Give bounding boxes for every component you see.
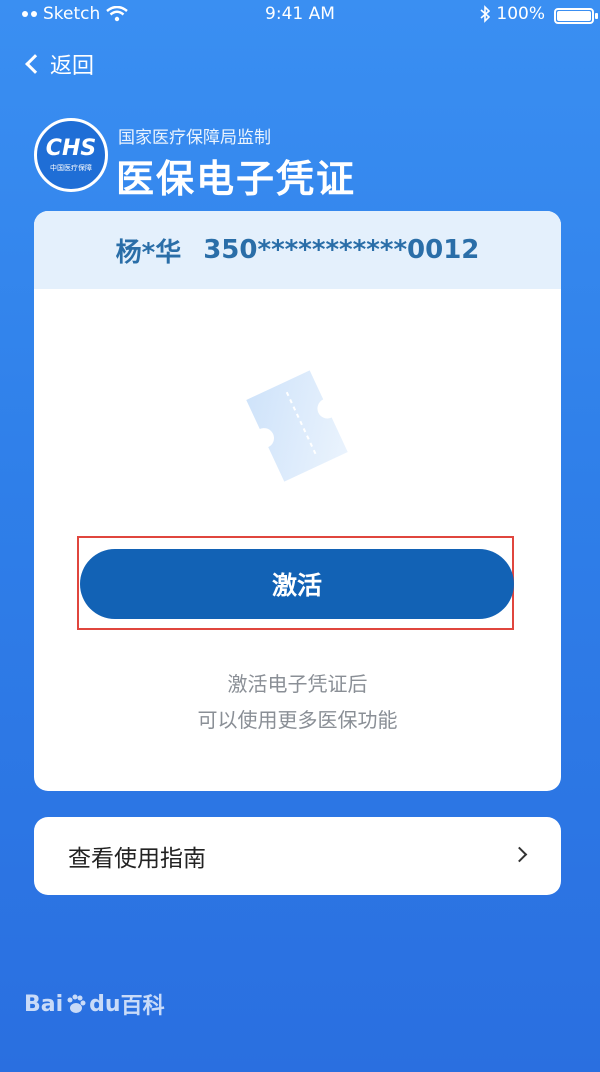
watermark-text-a: Bai — [24, 991, 64, 1017]
baidu-watermark: Bai du 百科 — [24, 988, 165, 1020]
holder-name: 杨*华 — [115, 237, 182, 268]
hint-line-1: 激活电子凭证后 — [227, 672, 368, 696]
activate-button[interactable]: 激活 — [80, 549, 514, 619]
back-label: 返回 — [50, 54, 95, 79]
voucher-card: 杨*华 350***********0012 激活 激活电子凭证后 可以使用更多… — [34, 211, 561, 791]
battery-percent: 100% — [496, 4, 545, 24]
back-button[interactable]: 返回 — [22, 48, 94, 80]
logo-text: CHS — [45, 135, 97, 161]
chevron-left-icon — [25, 54, 45, 74]
watermark-text-b: du — [89, 991, 121, 1017]
guide-label: 查看使用指南 — [68, 846, 206, 872]
activate-hint: 激活电子凭证后 可以使用更多医保功能 — [34, 666, 561, 738]
logo-subtext: 中国医疗保障 — [50, 163, 92, 172]
watermark-text-c: 百科 — [120, 994, 165, 1019]
hint-line-2: 可以使用更多医保功能 — [197, 708, 398, 732]
bluetooth-icon — [480, 5, 491, 23]
chevron-right-icon — [511, 846, 528, 863]
ticket-illustration-icon — [246, 370, 348, 482]
page-title: 医保电子凭证 — [116, 157, 357, 201]
card-header: 杨*华 350***********0012 — [34, 211, 561, 289]
battery-icon — [554, 8, 598, 24]
view-guide-row[interactable]: 查看使用指南 — [34, 817, 561, 895]
status-bar: Sketch 9:41 AM 100% — [0, 0, 600, 32]
paw-icon — [67, 994, 86, 1013]
id-number: 350***********0012 — [203, 235, 480, 265]
chs-logo: CHS 中国医疗保障 — [34, 118, 108, 192]
status-right: 100% — [480, 4, 545, 24]
page-subtitle: 国家医疗保障局监制 — [118, 128, 271, 148]
